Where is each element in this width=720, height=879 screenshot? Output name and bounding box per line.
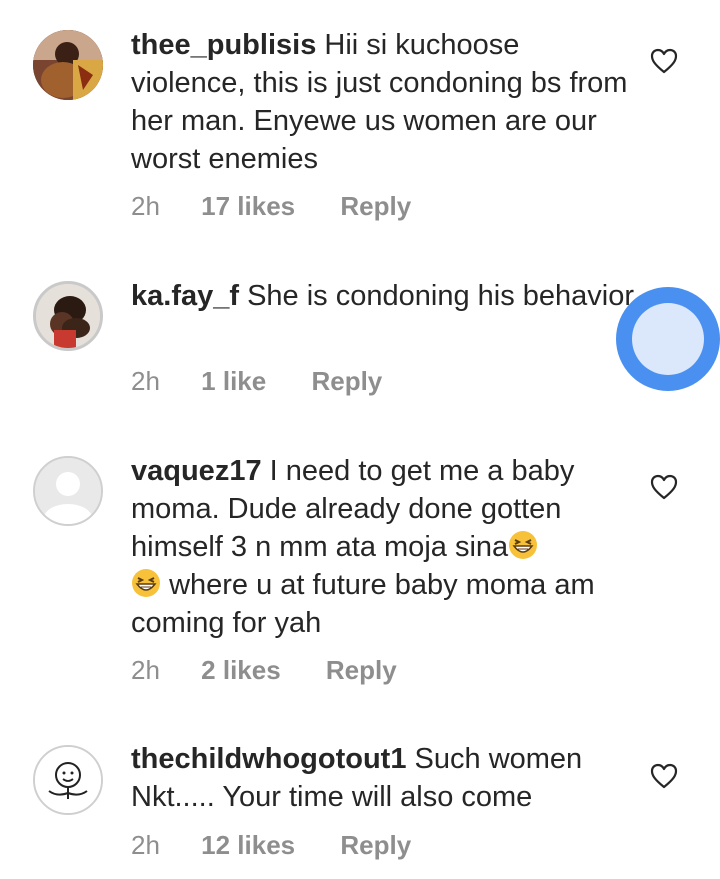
comment-likes[interactable]: 1 like <box>201 366 266 397</box>
comment-text: thee_publisis Hii si kuchoose violence, … <box>131 26 641 178</box>
comment-body: She is condoning his behavior. <box>247 280 641 312</box>
grinning-squinting-face-emoji-icon <box>132 569 160 597</box>
comment-username[interactable]: thechildwhogotout1 <box>131 743 406 775</box>
comment-meta: 2h 17 likes Reply <box>131 191 411 222</box>
avatar-photo <box>36 284 100 348</box>
avatar[interactable] <box>33 30 103 100</box>
heart-icon[interactable] <box>650 474 678 500</box>
comment-item: thee_publisis Hii si kuchoose violence, … <box>0 0 720 240</box>
comment-meta: 2h 12 likes Reply <box>131 830 411 861</box>
comment-text: vaquez17 I need to get me a baby moma. D… <box>131 452 641 642</box>
comment-body-continued: where u at future baby moma am coming fo… <box>131 569 595 639</box>
grinning-squinting-face-emoji-icon <box>509 531 538 559</box>
touch-indicator-inner <box>632 303 704 375</box>
reply-button[interactable]: Reply <box>340 830 411 861</box>
reply-button[interactable]: Reply <box>326 655 397 686</box>
avatar[interactable] <box>33 745 103 815</box>
avatar-photo <box>33 30 103 100</box>
comment-time: 2h <box>131 191 160 221</box>
comment-meta: 2h 2 likes Reply <box>131 655 397 686</box>
default-avatar-icon <box>35 458 101 524</box>
comment-username[interactable]: ka.fay_f <box>131 280 239 312</box>
comment-meta: 2h 1 like Reply <box>131 366 382 397</box>
comment-text: thechildwhogotout1 Such women Nkt..... Y… <box>131 740 641 816</box>
avatar[interactable] <box>33 456 103 526</box>
reply-button[interactable]: Reply <box>311 366 382 397</box>
heart-icon[interactable] <box>650 763 678 789</box>
comment-time: 2h <box>131 655 160 685</box>
doodle-face-avatar-icon <box>35 747 101 813</box>
comment-likes[interactable]: 17 likes <box>201 191 295 222</box>
comment-item: thechildwhogotout1 Such women Nkt..... Y… <box>0 720 720 879</box>
comment-time: 2h <box>131 830 160 860</box>
comment-time: 2h <box>131 366 160 396</box>
heart-icon[interactable] <box>650 48 678 74</box>
avatar[interactable] <box>33 281 103 351</box>
comment-text: ka.fay_f She is condoning his behavior. <box>131 277 641 315</box>
comment-item: vaquez17 I need to get me a baby moma. D… <box>0 430 720 710</box>
comment-username[interactable]: thee_publisis <box>131 29 316 61</box>
comment-likes[interactable]: 12 likes <box>201 830 295 861</box>
touch-indicator <box>616 287 720 391</box>
comment-item: ka.fay_f She is condoning his behavior. … <box>0 250 720 420</box>
comment-username[interactable]: vaquez17 <box>131 455 262 487</box>
reply-button[interactable]: Reply <box>340 191 411 222</box>
comment-likes[interactable]: 2 likes <box>201 655 281 686</box>
